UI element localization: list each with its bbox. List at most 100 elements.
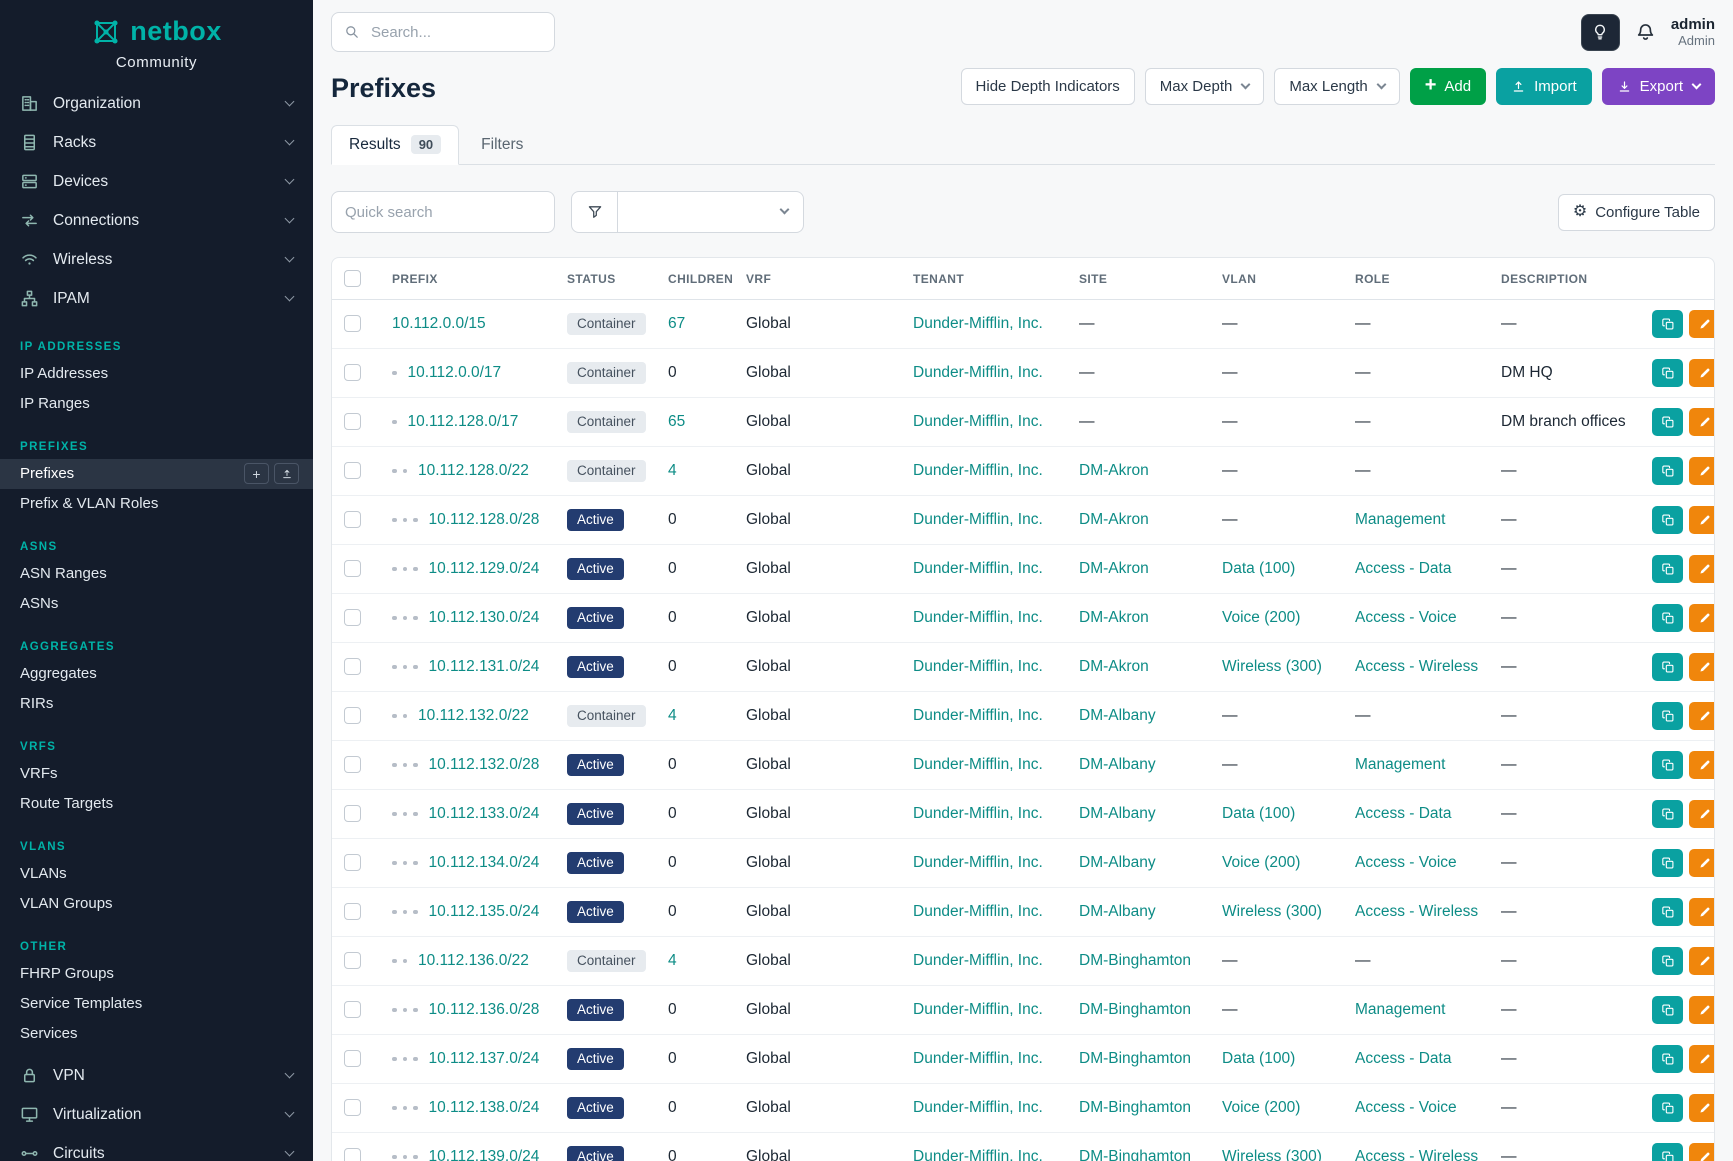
- site-link[interactable]: DM-Albany: [1079, 756, 1156, 773]
- site-link[interactable]: DM-Binghamton: [1079, 952, 1191, 969]
- edit-button[interactable]: [1689, 947, 1714, 975]
- role-link[interactable]: Management: [1355, 511, 1445, 528]
- row-checkbox[interactable]: [344, 560, 361, 577]
- sidebar-item-ip-ranges[interactable]: IP Ranges: [0, 389, 313, 419]
- row-checkbox[interactable]: [344, 658, 361, 675]
- saved-filter-select[interactable]: [618, 191, 804, 233]
- role-link[interactable]: Access - Wireless: [1355, 903, 1478, 920]
- edit-button[interactable]: [1689, 457, 1714, 485]
- edit-button[interactable]: [1689, 506, 1714, 534]
- row-checkbox[interactable]: [344, 854, 361, 871]
- sidebar-item-racks[interactable]: Racks: [0, 124, 313, 163]
- row-checkbox[interactable]: [344, 364, 361, 381]
- row-checkbox[interactable]: [344, 805, 361, 822]
- vlan-link[interactable]: Wireless (300): [1222, 658, 1322, 675]
- max-length-dropdown[interactable]: Max Length: [1274, 68, 1399, 105]
- edit-button[interactable]: [1689, 849, 1714, 877]
- row-checkbox[interactable]: [344, 1148, 361, 1161]
- role-link[interactable]: Access - Voice: [1355, 1099, 1457, 1116]
- copy-button[interactable]: [1652, 947, 1683, 975]
- site-link[interactable]: DM-Albany: [1079, 854, 1156, 871]
- hide-depth-indicators-button[interactable]: Hide Depth Indicators: [961, 68, 1135, 105]
- copy-button[interactable]: [1652, 555, 1683, 583]
- copy-button[interactable]: [1652, 751, 1683, 779]
- tenant-link[interactable]: Dunder-Mifflin, Inc.: [913, 903, 1043, 920]
- edit-button[interactable]: [1689, 702, 1714, 730]
- role-link[interactable]: Access - Voice: [1355, 609, 1457, 626]
- copy-button[interactable]: [1652, 653, 1683, 681]
- site-link[interactable]: DM-Albany: [1079, 805, 1156, 822]
- sidebar-item-devices[interactable]: Devices: [0, 163, 313, 202]
- global-search-input[interactable]: [369, 23, 542, 42]
- max-depth-dropdown[interactable]: Max Depth: [1145, 68, 1265, 105]
- sidebar-item-route-targets[interactable]: Route Targets: [0, 789, 313, 819]
- row-checkbox[interactable]: [344, 511, 361, 528]
- tenant-link[interactable]: Dunder-Mifflin, Inc.: [913, 756, 1043, 773]
- export-button[interactable]: Export: [1602, 68, 1715, 105]
- row-checkbox[interactable]: [344, 952, 361, 969]
- copy-button[interactable]: [1652, 898, 1683, 926]
- prefix-link[interactable]: 10.112.130.0/24: [429, 609, 540, 626]
- prefix-link[interactable]: 10.112.131.0/24: [429, 658, 540, 675]
- sidebar-item-vrfs[interactable]: VRFs: [0, 759, 313, 789]
- column-header-tenant[interactable]: Tenant: [901, 258, 1067, 300]
- vlan-link[interactable]: Data (100): [1222, 805, 1295, 822]
- prefix-link[interactable]: 10.112.0.0/17: [408, 364, 502, 381]
- column-header-role[interactable]: Role: [1343, 258, 1489, 300]
- sidebar-item-vpn[interactable]: VPN: [0, 1057, 313, 1096]
- edit-button[interactable]: [1689, 751, 1714, 779]
- site-link[interactable]: DM-Akron: [1079, 658, 1149, 675]
- edit-button[interactable]: [1689, 1143, 1714, 1161]
- sidebar-item-vlan-groups[interactable]: VLAN Groups: [0, 889, 313, 919]
- vlan-link[interactable]: Wireless (300): [1222, 1148, 1322, 1161]
- vlan-link[interactable]: Wireless (300): [1222, 903, 1322, 920]
- edit-button[interactable]: [1689, 996, 1714, 1024]
- copy-button[interactable]: [1652, 702, 1683, 730]
- row-checkbox[interactable]: [344, 1001, 361, 1018]
- edit-button[interactable]: [1689, 800, 1714, 828]
- edit-button[interactable]: [1689, 1045, 1714, 1073]
- prefix-link[interactable]: 10.112.128.0/17: [408, 413, 519, 430]
- copy-button[interactable]: [1652, 1045, 1683, 1073]
- prefix-link[interactable]: 10.112.132.0/28: [429, 756, 540, 773]
- sidebar-item-prefix-vlan-roles[interactable]: Prefix & VLAN Roles: [0, 489, 313, 519]
- sidebar-item-asn-ranges[interactable]: ASN Ranges: [0, 559, 313, 589]
- row-checkbox[interactable]: [344, 462, 361, 479]
- copy-button[interactable]: [1652, 849, 1683, 877]
- sidebar-item-prefixes[interactable]: Prefixes+: [0, 459, 313, 489]
- row-checkbox[interactable]: [344, 1050, 361, 1067]
- prefix-link[interactable]: 10.112.134.0/24: [429, 854, 540, 871]
- tenant-link[interactable]: Dunder-Mifflin, Inc.: [913, 609, 1043, 626]
- tenant-link[interactable]: Dunder-Mifflin, Inc.: [913, 462, 1043, 479]
- site-link[interactable]: DM-Albany: [1079, 707, 1156, 724]
- prefixes-add-button[interactable]: +: [244, 463, 269, 484]
- children-link[interactable]: 4: [668, 952, 677, 969]
- tenant-link[interactable]: Dunder-Mifflin, Inc.: [913, 854, 1043, 871]
- quick-search-input[interactable]: [331, 191, 555, 233]
- children-link[interactable]: 4: [668, 707, 677, 724]
- role-link[interactable]: Access - Data: [1355, 805, 1451, 822]
- sidebar-item-circuits[interactable]: Circuits: [0, 1135, 313, 1161]
- sidebar-item-connections[interactable]: Connections: [0, 202, 313, 241]
- tenant-link[interactable]: Dunder-Mifflin, Inc.: [913, 1099, 1043, 1116]
- edit-button[interactable]: [1689, 653, 1714, 681]
- edit-button[interactable]: [1689, 359, 1714, 387]
- copy-button[interactable]: [1652, 1094, 1683, 1122]
- tenant-link[interactable]: Dunder-Mifflin, Inc.: [913, 560, 1043, 577]
- vlan-link[interactable]: Data (100): [1222, 1050, 1295, 1067]
- prefix-link[interactable]: 10.112.132.0/22: [418, 707, 529, 724]
- site-link[interactable]: DM-Binghamton: [1079, 1050, 1191, 1067]
- prefix-link[interactable]: 10.112.133.0/24: [429, 805, 540, 822]
- prefix-link[interactable]: 10.112.128.0/22: [418, 462, 529, 479]
- prefix-link[interactable]: 10.112.138.0/24: [429, 1099, 540, 1116]
- prefix-link[interactable]: 10.112.135.0/24: [429, 903, 540, 920]
- column-header-description[interactable]: Description: [1489, 258, 1640, 300]
- sidebar-item-aggregates[interactable]: Aggregates: [0, 659, 313, 689]
- tenant-link[interactable]: Dunder-Mifflin, Inc.: [913, 315, 1043, 332]
- row-checkbox[interactable]: [344, 903, 361, 920]
- copy-button[interactable]: [1652, 457, 1683, 485]
- vlan-link[interactable]: Voice (200): [1222, 1099, 1300, 1116]
- row-checkbox[interactable]: [344, 609, 361, 626]
- tab-filters[interactable]: Filters: [463, 126, 541, 165]
- prefix-link[interactable]: 10.112.0.0/15: [392, 315, 486, 332]
